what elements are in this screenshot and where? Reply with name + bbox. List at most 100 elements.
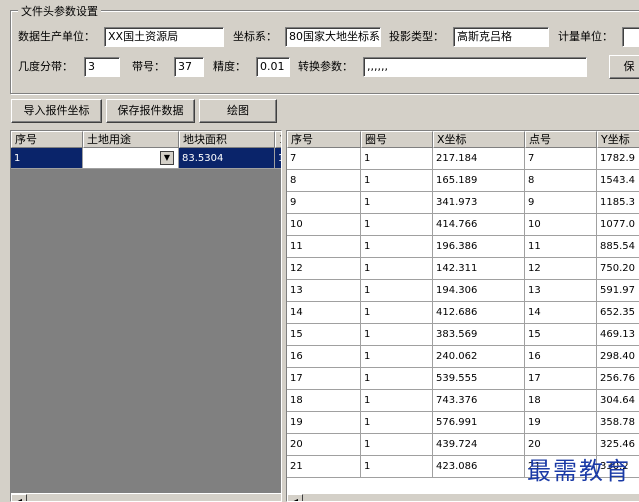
parcel-cell-usage[interactable]: ▼ <box>83 148 179 169</box>
save-data-button[interactable]: 保存报件数据 <box>106 99 195 123</box>
coords-cell-y[interactable]: 1185.3 <box>597 192 639 214</box>
coords-cell-y[interactable]: 469.13 <box>597 324 639 346</box>
coords-cell-ring[interactable]: 1 <box>361 412 433 434</box>
projection-field[interactable]: 高斯克吕格 <box>453 27 549 47</box>
coords-cell-y[interactable]: 298.40 <box>597 346 639 368</box>
coord-field[interactable]: 80国家大地坐标系 <box>285 27 381 47</box>
coords-hscrollbar[interactable]: ◀ <box>287 493 639 501</box>
col-header-point[interactable]: 点号 <box>525 131 597 148</box>
coords-cell-x[interactable]: 383.569 <box>433 324 525 346</box>
coords-cell-x[interactable]: 414.766 <box>433 214 525 236</box>
coords-cell-ring[interactable]: 1 <box>361 192 433 214</box>
coords-cell-point[interactable]: 8 <box>525 170 597 192</box>
coords-cell-point[interactable]: 12 <box>525 258 597 280</box>
coords-cell-point[interactable]: 7 <box>525 148 597 170</box>
coords-cell-ring[interactable]: 1 <box>361 346 433 368</box>
coords-cell-seq[interactable]: 14 <box>287 302 361 324</box>
col-header-seq[interactable]: 序号 <box>287 131 361 148</box>
coords-cell-x[interactable]: 196.386 <box>433 236 525 258</box>
precision-field[interactable]: 0.01 <box>256 57 290 77</box>
unit-field[interactable] <box>622 27 639 47</box>
col-header-area[interactable]: 地块面积 <box>179 131 275 148</box>
coords-cell-y[interactable]: 358.78 <box>597 412 639 434</box>
coords-cell-ring[interactable]: 1 <box>361 148 433 170</box>
coords-cell-ring[interactable]: 1 <box>361 236 433 258</box>
import-coords-button[interactable]: 导入报件坐标 <box>11 99 102 123</box>
coords-cell-ring[interactable]: 1 <box>361 280 433 302</box>
coords-cell-ring[interactable]: 1 <box>361 390 433 412</box>
coords-cell-y[interactable]: 885.54 <box>597 236 639 258</box>
coords-cell-x[interactable]: 539.555 <box>433 368 525 390</box>
coords-cell-ring[interactable]: 1 <box>361 324 433 346</box>
coords-cell-ring[interactable]: 1 <box>361 302 433 324</box>
coords-cell-ring[interactable]: 1 <box>361 170 433 192</box>
coords-cell-seq[interactable]: 17 <box>287 368 361 390</box>
coords-cell-x[interactable]: 576.991 <box>433 412 525 434</box>
coords-cell-point[interactable]: 18 <box>525 390 597 412</box>
parcel-cell-extra[interactable]: 1 <box>275 148 281 169</box>
coords-cell-y[interactable]: 256.76 <box>597 368 639 390</box>
dropdown-arrow-icon[interactable]: ▼ <box>160 151 174 165</box>
coords-cell-point[interactable]: 9 <box>525 192 597 214</box>
coords-cell-y[interactable]: 591.97 <box>597 280 639 302</box>
save-params-button[interactable]: 保 <box>609 55 639 79</box>
coords-cell-x[interactable]: 165.189 <box>433 170 525 192</box>
parcel-cell-index[interactable]: 1 <box>11 148 83 169</box>
col-header-index[interactable]: 序号 <box>11 131 83 148</box>
coords-cell-seq[interactable]: 13 <box>287 280 361 302</box>
coords-cell-seq[interactable]: 11 <box>287 236 361 258</box>
zone-field[interactable]: 3 <box>84 57 120 77</box>
col-header-ring[interactable]: 圈号 <box>361 131 433 148</box>
coords-cell-y[interactable]: 304.64 <box>597 390 639 412</box>
coords-cell-x[interactable]: 423.086 <box>433 456 525 478</box>
parcel-grid[interactable]: 序号 土地用途 地块面积 1 1 ▼ 83.5304 1 ◀ <box>10 130 282 502</box>
coords-cell-seq[interactable]: 7 <box>287 148 361 170</box>
coords-cell-y[interactable]: 652.35 <box>597 302 639 324</box>
coords-cell-x[interactable]: 412.686 <box>433 302 525 324</box>
coords-cell-x[interactable]: 217.184 <box>433 148 525 170</box>
coords-cell-seq[interactable]: 19 <box>287 412 361 434</box>
coords-cell-ring[interactable]: 1 <box>361 368 433 390</box>
coords-cell-x[interactable]: 194.306 <box>433 280 525 302</box>
coords-cell-seq[interactable]: 12 <box>287 258 361 280</box>
col-header-extra[interactable]: 1 <box>275 131 281 148</box>
coords-cell-y[interactable]: 750.20 <box>597 258 639 280</box>
coords-cell-x[interactable]: 142.311 <box>433 258 525 280</box>
coords-cell-point[interactable]: 15 <box>525 324 597 346</box>
coords-cell-point[interactable]: 13 <box>525 280 597 302</box>
coords-cell-seq[interactable]: 21 <box>287 456 361 478</box>
coords-cell-point[interactable]: 19 <box>525 412 597 434</box>
coords-cell-seq[interactable]: 20 <box>287 434 361 456</box>
coords-cell-y[interactable]: 1782.9 <box>597 148 639 170</box>
coords-cell-point[interactable]: 10 <box>525 214 597 236</box>
coords-cell-ring[interactable]: 1 <box>361 456 433 478</box>
col-header-x[interactable]: X坐标 <box>433 131 525 148</box>
coords-cell-seq[interactable]: 10 <box>287 214 361 236</box>
coords-cell-point[interactable]: 14 <box>525 302 597 324</box>
col-header-usage[interactable]: 土地用途 <box>83 131 179 148</box>
coords-cell-point[interactable]: 16 <box>525 346 597 368</box>
draw-button[interactable]: 绘图 <box>199 99 277 123</box>
scroll-left-icon[interactable]: ◀ <box>287 494 303 501</box>
coords-cell-x[interactable]: 439.724 <box>433 434 525 456</box>
coords-cell-x[interactable]: 240.062 <box>433 346 525 368</box>
transform-field[interactable]: ,,,,,, <box>363 57 587 77</box>
coords-cell-seq[interactable]: 9 <box>287 192 361 214</box>
coords-cell-y[interactable]: 1077.0 <box>597 214 639 236</box>
coords-cell-y[interactable]: 1543.4 <box>597 170 639 192</box>
parcel-cell-area[interactable]: 83.5304 <box>179 148 275 169</box>
coords-cell-point[interactable]: 17 <box>525 368 597 390</box>
coords-cell-ring[interactable]: 1 <box>361 258 433 280</box>
coords-cell-seq[interactable]: 18 <box>287 390 361 412</box>
coords-grid[interactable]: 序号 圈号 X坐标 点号 Y坐标 7 1 217.184 7 1782.9 8 1 165.1… <box>286 130 639 502</box>
coords-cell-ring[interactable]: 1 <box>361 434 433 456</box>
parcel-hscrollbar[interactable]: ◀ <box>11 493 281 501</box>
band-field[interactable]: 37 <box>174 57 204 77</box>
coords-cell-x[interactable]: 743.376 <box>433 390 525 412</box>
producer-field[interactable]: XX国土资源局 <box>104 27 224 47</box>
coords-cell-x[interactable]: 341.973 <box>433 192 525 214</box>
scroll-left-icon[interactable]: ◀ <box>11 494 27 501</box>
coords-cell-seq[interactable]: 8 <box>287 170 361 192</box>
col-header-y[interactable]: Y坐标 <box>597 131 639 148</box>
coords-cell-seq[interactable]: 15 <box>287 324 361 346</box>
